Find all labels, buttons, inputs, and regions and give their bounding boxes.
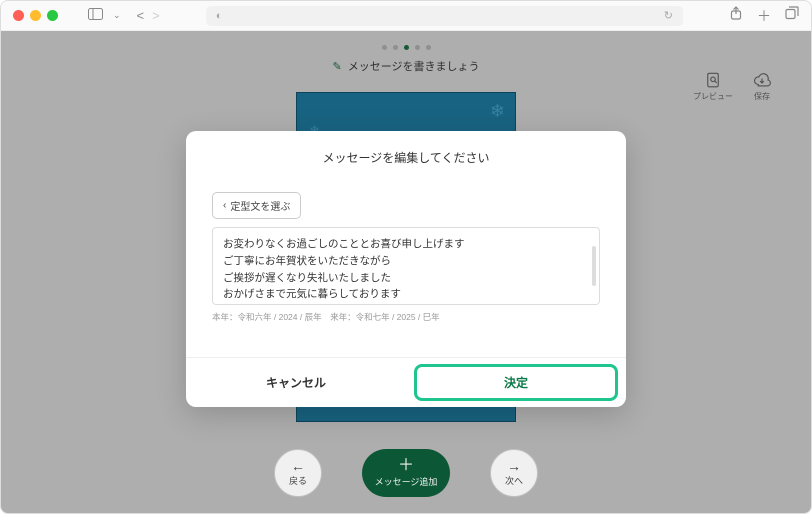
share-icon[interactable] (729, 6, 743, 26)
choose-template-button[interactable]: ‹ 定型文を選ぶ (212, 192, 301, 219)
window-controls (13, 10, 58, 21)
confirm-label: 決定 (504, 376, 528, 390)
message-line: お変わりなくお過ごしのこととお喜び申し上げます (223, 236, 589, 253)
message-textarea[interactable]: お変わりなくお過ごしのこととお喜び申し上げます ご丁寧にお年賀状をいただきながら… (212, 227, 600, 305)
reload-icon[interactable]: ↻ (664, 9, 673, 22)
modal-actions: キャンセル 決定 (186, 357, 626, 407)
message-line: おかげさまで元気に暮らしております (223, 286, 589, 303)
toolbar-chevron-down-icon[interactable]: ⌄ (113, 10, 121, 21)
titlebar: ⌄ < > ◐ ↻ ＋ (1, 1, 811, 31)
message-line: 今年も変わらぬお付き合いをよろしくお願いいたします (223, 303, 589, 305)
edit-message-modal: メッセージを編集してください ‹ 定型文を選ぶ お変わりなくお過ごしのこととお喜… (186, 131, 626, 407)
confirm-button[interactable]: 決定 (406, 358, 626, 407)
choose-template-label: 定型文を選ぶ (230, 198, 290, 213)
cancel-button[interactable]: キャンセル (186, 358, 406, 407)
modal-title: メッセージを編集してください (186, 149, 626, 166)
new-tab-icon[interactable]: ＋ (757, 6, 771, 26)
close-window-button[interactable] (13, 10, 24, 21)
message-line: ご丁寧にお年賀状をいただきながら (223, 253, 589, 270)
nav-back-button[interactable]: < (137, 8, 145, 23)
nav-forward-button[interactable]: > (152, 8, 160, 23)
chevron-left-icon: ‹ (223, 200, 226, 211)
url-bar[interactable]: ◐ ↻ (206, 6, 683, 26)
maximize-window-button[interactable] (47, 10, 58, 21)
shield-icon: ◐ (216, 10, 223, 22)
sidebar-icon[interactable] (88, 8, 103, 23)
minimize-window-button[interactable] (30, 10, 41, 21)
tabs-overview-icon[interactable] (785, 6, 799, 26)
year-hint: 本年：令和六年 / 2024 / 辰年 来年：令和七年 / 2025 / 巳年 (212, 311, 600, 323)
browser-window: ⌄ < > ◐ ↻ ＋ ✎ (0, 0, 812, 514)
message-line: ご挨拶が遅くなり失礼いたしました (223, 270, 589, 287)
